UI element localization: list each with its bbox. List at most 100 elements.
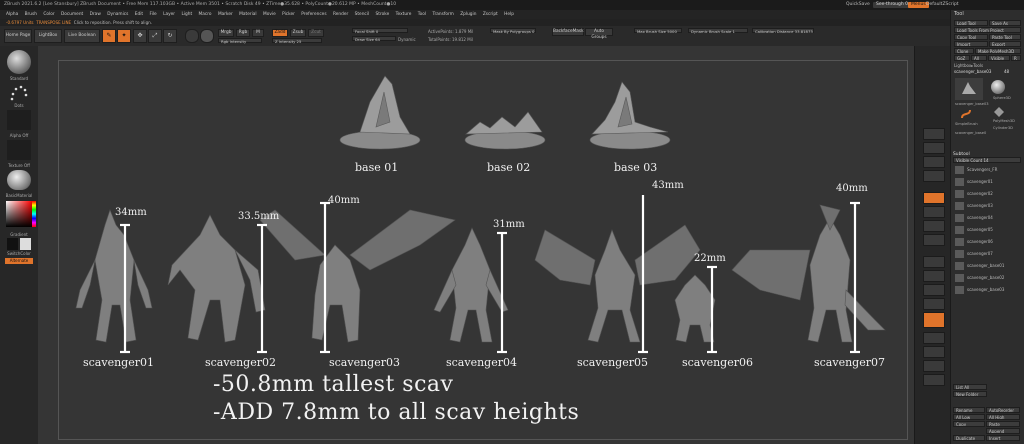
alternate-button[interactable]: Alternate bbox=[5, 258, 33, 264]
r-button[interactable]: R bbox=[1011, 55, 1021, 61]
menu-stroke[interactable]: Stroke bbox=[376, 12, 390, 17]
menu-transform[interactable]: Transform bbox=[432, 12, 453, 17]
clone-button[interactable]: Clone bbox=[954, 48, 974, 54]
export-button[interactable]: Export bbox=[989, 41, 1021, 47]
dynamic-toggle[interactable]: Dynamic bbox=[398, 37, 416, 42]
rgb-intensity-slider[interactable]: Rgb Intensity bbox=[218, 38, 262, 44]
menu-light[interactable]: Light bbox=[181, 12, 192, 17]
transp-button[interactable] bbox=[923, 332, 945, 344]
see-through-slider[interactable]: See-through 0 bbox=[873, 2, 911, 8]
load-tool-button[interactable]: Load Tool bbox=[954, 20, 988, 26]
menu-draw[interactable]: Draw bbox=[90, 12, 101, 17]
menu-texture[interactable]: Texture bbox=[396, 12, 412, 17]
all-button[interactable]: All bbox=[971, 55, 987, 61]
menu-material[interactable]: Material bbox=[239, 12, 256, 17]
draw-button[interactable]: ✦ bbox=[117, 29, 131, 43]
sphere3d-icon[interactable] bbox=[991, 80, 1005, 94]
zsub-button[interactable]: Zsub bbox=[290, 29, 306, 37]
menu-tool[interactable]: Tool bbox=[418, 12, 426, 17]
menu-color[interactable]: Color bbox=[43, 12, 54, 17]
visible-button[interactable]: Visible bbox=[988, 55, 1010, 61]
menu-layer[interactable]: Layer bbox=[163, 12, 175, 17]
subtool-item[interactable]: scavenger04 bbox=[955, 213, 1018, 223]
menu-render[interactable]: Render bbox=[333, 12, 348, 17]
ghost-button[interactable] bbox=[923, 346, 945, 358]
material-sphere-icon[interactable] bbox=[185, 29, 199, 43]
hue-strip[interactable] bbox=[32, 201, 36, 227]
rgb-button[interactable]: Rgb bbox=[236, 29, 250, 37]
subtool-item[interactable]: scavenger01 bbox=[955, 177, 1018, 187]
mrgb-button[interactable]: Mrgb bbox=[218, 29, 234, 37]
lightbox-button[interactable]: LightBox bbox=[34, 29, 62, 43]
copy-tool-button[interactable]: Copy Tool bbox=[954, 34, 988, 40]
zcut-button[interactable]: Zcut bbox=[308, 29, 324, 37]
brush-thumbnail-icon[interactable] bbox=[7, 50, 31, 74]
subtool-item[interactable]: scavenger06 bbox=[955, 237, 1018, 247]
menu-preferences[interactable]: Preferences bbox=[301, 12, 326, 17]
alpha-thumbnail[interactable] bbox=[7, 110, 31, 130]
stroke-dots-icon[interactable] bbox=[9, 84, 29, 102]
max-brush-size-slider[interactable]: Max Brush Size 5000 bbox=[634, 28, 682, 34]
edit-button[interactable]: ✎ bbox=[102, 29, 116, 43]
subtool-item[interactable]: scavenger_base03 bbox=[955, 285, 1018, 295]
zadd-button[interactable]: Zadd bbox=[272, 29, 288, 37]
menu-edit[interactable]: Edit bbox=[135, 12, 143, 17]
dynamic-brush-scale-slider[interactable]: Dynamic Brush Scale 1 bbox=[688, 28, 748, 34]
new-folder-button[interactable]: New Folder bbox=[953, 391, 987, 397]
secondary-color-swatch[interactable] bbox=[20, 238, 31, 250]
import-button[interactable]: Import bbox=[954, 41, 988, 47]
menu-help[interactable]: Help bbox=[504, 12, 514, 17]
texture-thumbnail[interactable] bbox=[7, 140, 31, 160]
auto-groups-button[interactable]: Auto Groups bbox=[585, 28, 613, 40]
menu-picker[interactable]: Picker bbox=[282, 12, 295, 17]
subtool-item[interactable]: scavenger07 bbox=[955, 249, 1018, 259]
rotate-button[interactable]: ↻ bbox=[163, 29, 177, 43]
menu-stencil[interactable]: Stencil bbox=[355, 12, 370, 17]
matcap-sphere-icon[interactable] bbox=[200, 29, 214, 43]
menu-zscript[interactable]: Zscript bbox=[483, 12, 498, 17]
goz-button[interactable]: GoZ bbox=[954, 55, 970, 61]
switch-color-button[interactable]: SwitchColor bbox=[0, 251, 38, 256]
menu-document[interactable]: Document bbox=[61, 12, 83, 17]
subtool-item[interactable]: scavenger02 bbox=[955, 189, 1018, 199]
zoom3d-button[interactable] bbox=[923, 284, 945, 296]
visible-count-slider[interactable]: Visible Count 14 bbox=[953, 157, 1021, 163]
polymesh3d-icon[interactable] bbox=[993, 106, 1005, 118]
all-high-button[interactable]: All High bbox=[986, 414, 1020, 420]
save-as-button[interactable]: Save As bbox=[989, 20, 1021, 26]
duplicate-button[interactable]: Duplicate bbox=[953, 435, 985, 441]
calibration-distance-slider[interactable]: Calibration Distance 33.81873 bbox=[752, 28, 814, 34]
append-button[interactable]: Append bbox=[986, 428, 1020, 434]
rename-button[interactable]: Rename bbox=[953, 407, 985, 413]
scale-button[interactable]: ⤢ bbox=[148, 29, 162, 43]
scroll-button[interactable] bbox=[923, 156, 945, 168]
paste-button[interactable]: Paste bbox=[986, 421, 1020, 427]
z-intensity-slider[interactable]: Z Intensity 25 bbox=[272, 38, 322, 44]
menu-marker[interactable]: Marker bbox=[218, 12, 233, 17]
load-tools-from-project-button[interactable]: Load Tools From Project bbox=[954, 27, 1021, 33]
tool-panel-header[interactable]: Tool bbox=[954, 11, 964, 17]
draw-size-slider[interactable]: Draw Size 64 bbox=[352, 36, 396, 42]
focal-shift-slider[interactable]: Focal Shift 0 bbox=[352, 28, 408, 34]
subtool-item[interactable]: scavenger05 bbox=[955, 225, 1018, 235]
home-page-button[interactable]: Home Page bbox=[4, 29, 32, 43]
mask-by-polygroups-slider[interactable]: Mask By Polygroups 0 bbox=[490, 28, 536, 34]
menu-movie[interactable]: Movie bbox=[263, 12, 276, 17]
bpr-button[interactable] bbox=[923, 128, 945, 140]
move-view-button[interactable] bbox=[923, 270, 945, 282]
spix-button[interactable] bbox=[923, 142, 945, 154]
move-button[interactable]: ✥ bbox=[133, 29, 147, 43]
lightbox-tools-label[interactable]: Lightbox▸Tools bbox=[954, 63, 983, 68]
local-button[interactable] bbox=[923, 220, 945, 232]
menu-file[interactable]: File bbox=[150, 12, 157, 17]
frame-button[interactable] bbox=[923, 256, 945, 268]
list-all-button[interactable]: List All bbox=[953, 384, 987, 390]
subtool-item[interactable]: scavenger_base02 bbox=[955, 273, 1018, 283]
menu-brush[interactable]: Brush bbox=[25, 12, 37, 17]
solo-button[interactable] bbox=[923, 360, 945, 372]
color-picker[interactable] bbox=[6, 201, 32, 227]
default-zscript-button[interactable]: DefaultZScript bbox=[926, 0, 959, 10]
menu-macro[interactable]: Macro bbox=[199, 12, 212, 17]
lsym-button[interactable] bbox=[923, 234, 945, 246]
rotate-view-button[interactable] bbox=[923, 298, 945, 310]
